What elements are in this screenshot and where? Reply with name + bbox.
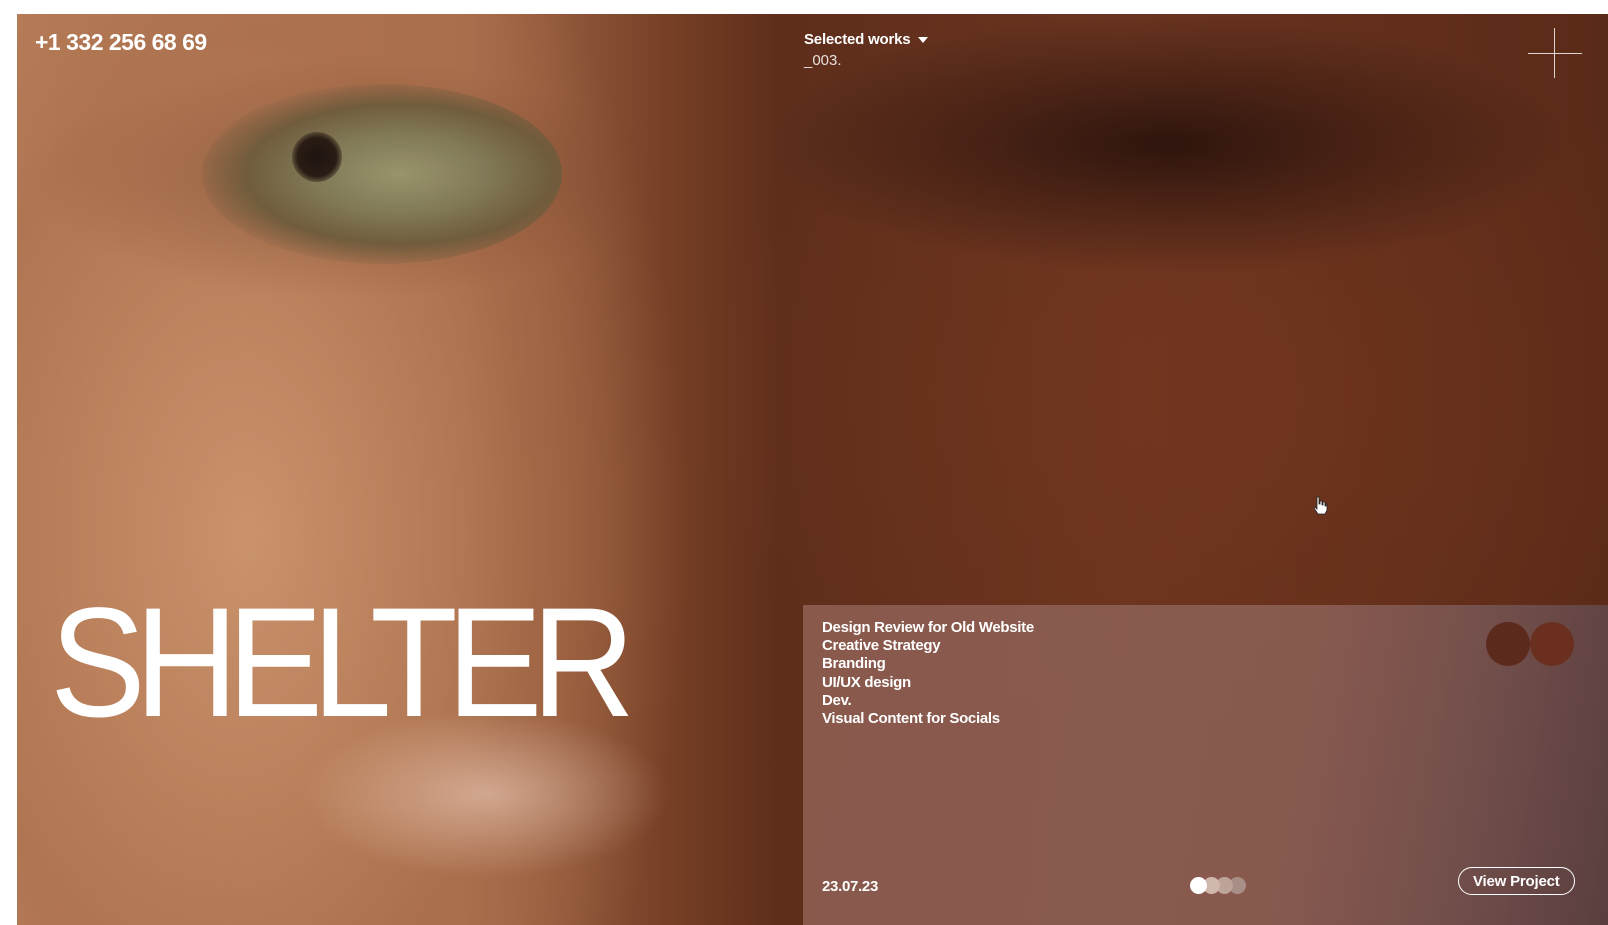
project-number: _003. xyxy=(804,52,842,69)
service-item: UI/UX design xyxy=(822,673,911,691)
hand-pointer-icon xyxy=(1313,496,1328,515)
project-info-panel: Design Review for Old Website Creative S… xyxy=(803,605,1608,925)
caret-down-icon xyxy=(918,36,929,43)
slide-pagination xyxy=(1190,877,1250,895)
service-item: Design Review for Old Website xyxy=(822,619,1034,636)
service-item: Branding xyxy=(822,655,886,673)
plus-icon[interactable] xyxy=(1528,28,1582,78)
phone-number-link[interactable]: +1 332 256 68 69 xyxy=(35,29,207,56)
selected-works-dropdown[interactable]: Selected works xyxy=(804,31,929,48)
view-project-button[interactable]: View Project xyxy=(1458,867,1575,895)
selected-works-label: Selected works xyxy=(804,31,911,48)
services-list: Design Review for Old Website Creative S… xyxy=(822,619,1034,728)
project-date: 23.07.23 xyxy=(822,878,878,895)
project-thumbnail[interactable] xyxy=(1530,622,1574,666)
selected-works-menu: Selected works _003. xyxy=(804,31,929,69)
service-item: Dev. xyxy=(822,691,852,709)
hero-pupil-detail xyxy=(292,132,342,182)
page: +1 332 256 68 69 Selected works _003. SH… xyxy=(0,0,1608,925)
pagination-dot-active[interactable] xyxy=(1190,877,1207,894)
service-item: Visual Content for Socials xyxy=(822,710,1000,728)
hero-eye-detail xyxy=(202,84,562,264)
service-item: Creative Strategy xyxy=(822,637,941,655)
project-title: SHELTER xyxy=(50,576,635,750)
project-thumbnail[interactable] xyxy=(1486,622,1530,666)
